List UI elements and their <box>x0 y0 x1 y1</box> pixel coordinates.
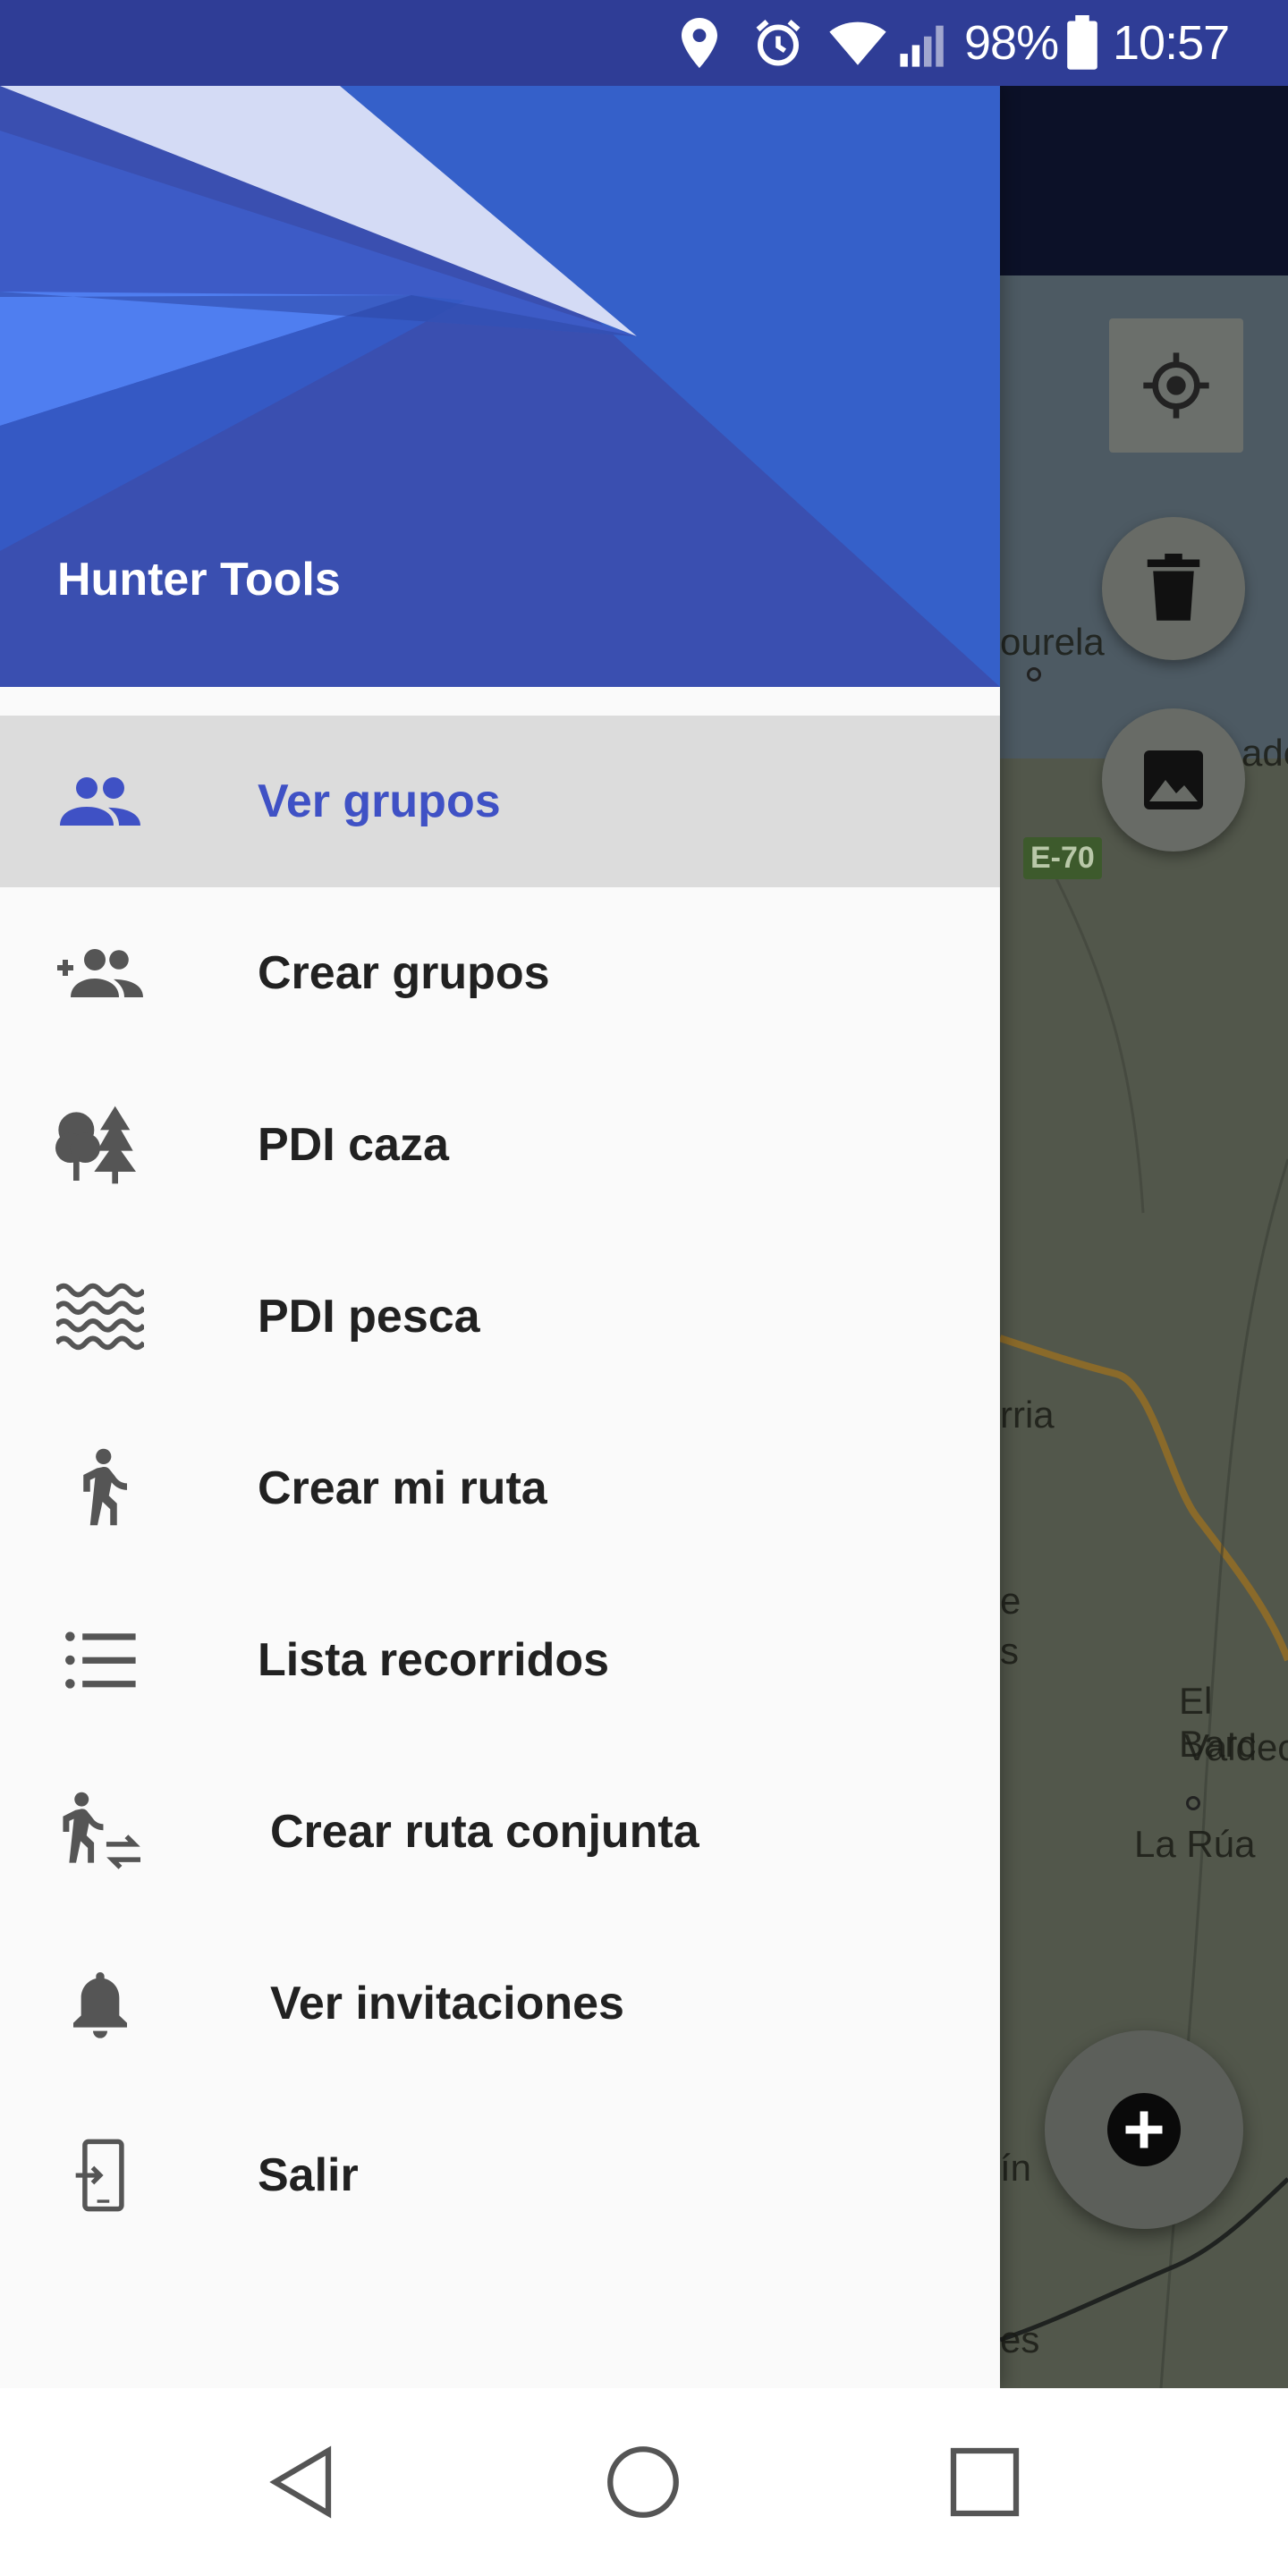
navigation-drawer: Hunter Tools Ver grupos Crear grupos PDI… <box>0 86 1000 2388</box>
map-place-dot <box>1186 1796 1200 1810</box>
add-circle-icon <box>1107 2093 1181 2166</box>
waves-icon <box>55 1272 145 1361</box>
map-place-dot <box>1027 667 1041 682</box>
map-label: rria <box>1000 1394 1055 1436</box>
walk-swap-icon <box>55 1787 145 1877</box>
signal-icon <box>898 0 950 86</box>
menu-item-crear-mi-ruta[interactable]: Crear mi ruta <box>0 1402 1000 1574</box>
exit-icon <box>55 2131 145 2220</box>
map-label: La Rúa <box>1134 1823 1256 1865</box>
menu-item-label: Crear grupos <box>258 947 550 999</box>
wifi-icon <box>828 0 887 86</box>
menu-item-label: PDI caza <box>258 1119 449 1171</box>
recents-button[interactable] <box>918 2415 1052 2549</box>
map-label: es <box>1000 2318 1040 2360</box>
map-label: ade <box>1241 732 1288 774</box>
home-circle-icon <box>607 2446 679 2518</box>
menu-item-label: Salir <box>258 2149 359 2201</box>
menu-item-ver-grupos[interactable]: Ver grupos <box>0 716 1000 887</box>
menu-item-pdi-pesca[interactable]: PDI pesca <box>0 1231 1000 1402</box>
menu-item-label: PDI pesca <box>258 1291 480 1343</box>
app-title: Hunter Tools <box>57 554 341 606</box>
add-fab[interactable] <box>1045 2030 1243 2229</box>
menu-item-crear-ruta-conjunta[interactable]: Crear ruta conjunta <box>0 1746 1000 1918</box>
trash-icon <box>1147 554 1200 621</box>
map-label: e <box>1000 1580 1021 1622</box>
walk-icon <box>55 1444 145 1533</box>
my-location-button[interactable] <box>1109 318 1243 453</box>
back-button[interactable] <box>236 2415 370 2549</box>
map-label: s <box>1000 1630 1019 1672</box>
menu-item-label: Lista recorridos <box>258 1634 610 1686</box>
battery-icon <box>1064 0 1100 86</box>
group-add-icon <box>55 928 145 1018</box>
road-badge: E-70 <box>1023 837 1102 879</box>
map-label: ín <box>1000 2147 1032 2189</box>
menu-item-label: Crear mi ruta <box>258 1462 547 1514</box>
image-icon <box>1144 750 1203 809</box>
clock-time: 10:57 <box>1113 16 1230 70</box>
crosshair-icon <box>1143 352 1209 419</box>
menu-item-salir[interactable]: Salir <box>0 2089 1000 2261</box>
menu-item-crear-grupos[interactable]: Crear grupos <box>0 887 1000 1059</box>
delete-button[interactable] <box>1102 517 1245 660</box>
location-icon <box>678 0 721 86</box>
alarm-icon <box>751 0 805 86</box>
map-image-button[interactable] <box>1102 708 1245 852</box>
status-bar: 98% 10:57 <box>0 0 1288 86</box>
map-label: ourela <box>1000 621 1105 663</box>
list-icon <box>55 1615 145 1705</box>
menu-item-label: Crear ruta conjunta <box>270 1806 699 1858</box>
recents-square-icon <box>950 2447 1020 2517</box>
bell-icon <box>55 1959 145 2048</box>
menu-item-pdi-caza[interactable]: PDI caza <box>0 1059 1000 1231</box>
group-icon <box>55 757 145 846</box>
battery-percent: 98% <box>964 16 1059 70</box>
menu-item-ver-invitaciones[interactable]: Ver invitaciones <box>0 1918 1000 2089</box>
drawer-menu: Ver grupos Crear grupos PDI caza PDI pes… <box>0 716 1000 2261</box>
system-navigation-bar <box>0 2388 1288 2576</box>
menu-item-label: Ver grupos <box>258 775 501 827</box>
map-label: Valdec <box>1184 1726 1288 1768</box>
trees-icon <box>55 1100 145 1190</box>
home-button[interactable] <box>576 2415 710 2549</box>
drawer-header: Hunter Tools <box>0 86 1000 687</box>
menu-item-label: Ver invitaciones <box>270 1978 624 2029</box>
back-triangle-icon <box>269 2445 332 2519</box>
menu-item-lista-recorridos[interactable]: Lista recorridos <box>0 1574 1000 1746</box>
